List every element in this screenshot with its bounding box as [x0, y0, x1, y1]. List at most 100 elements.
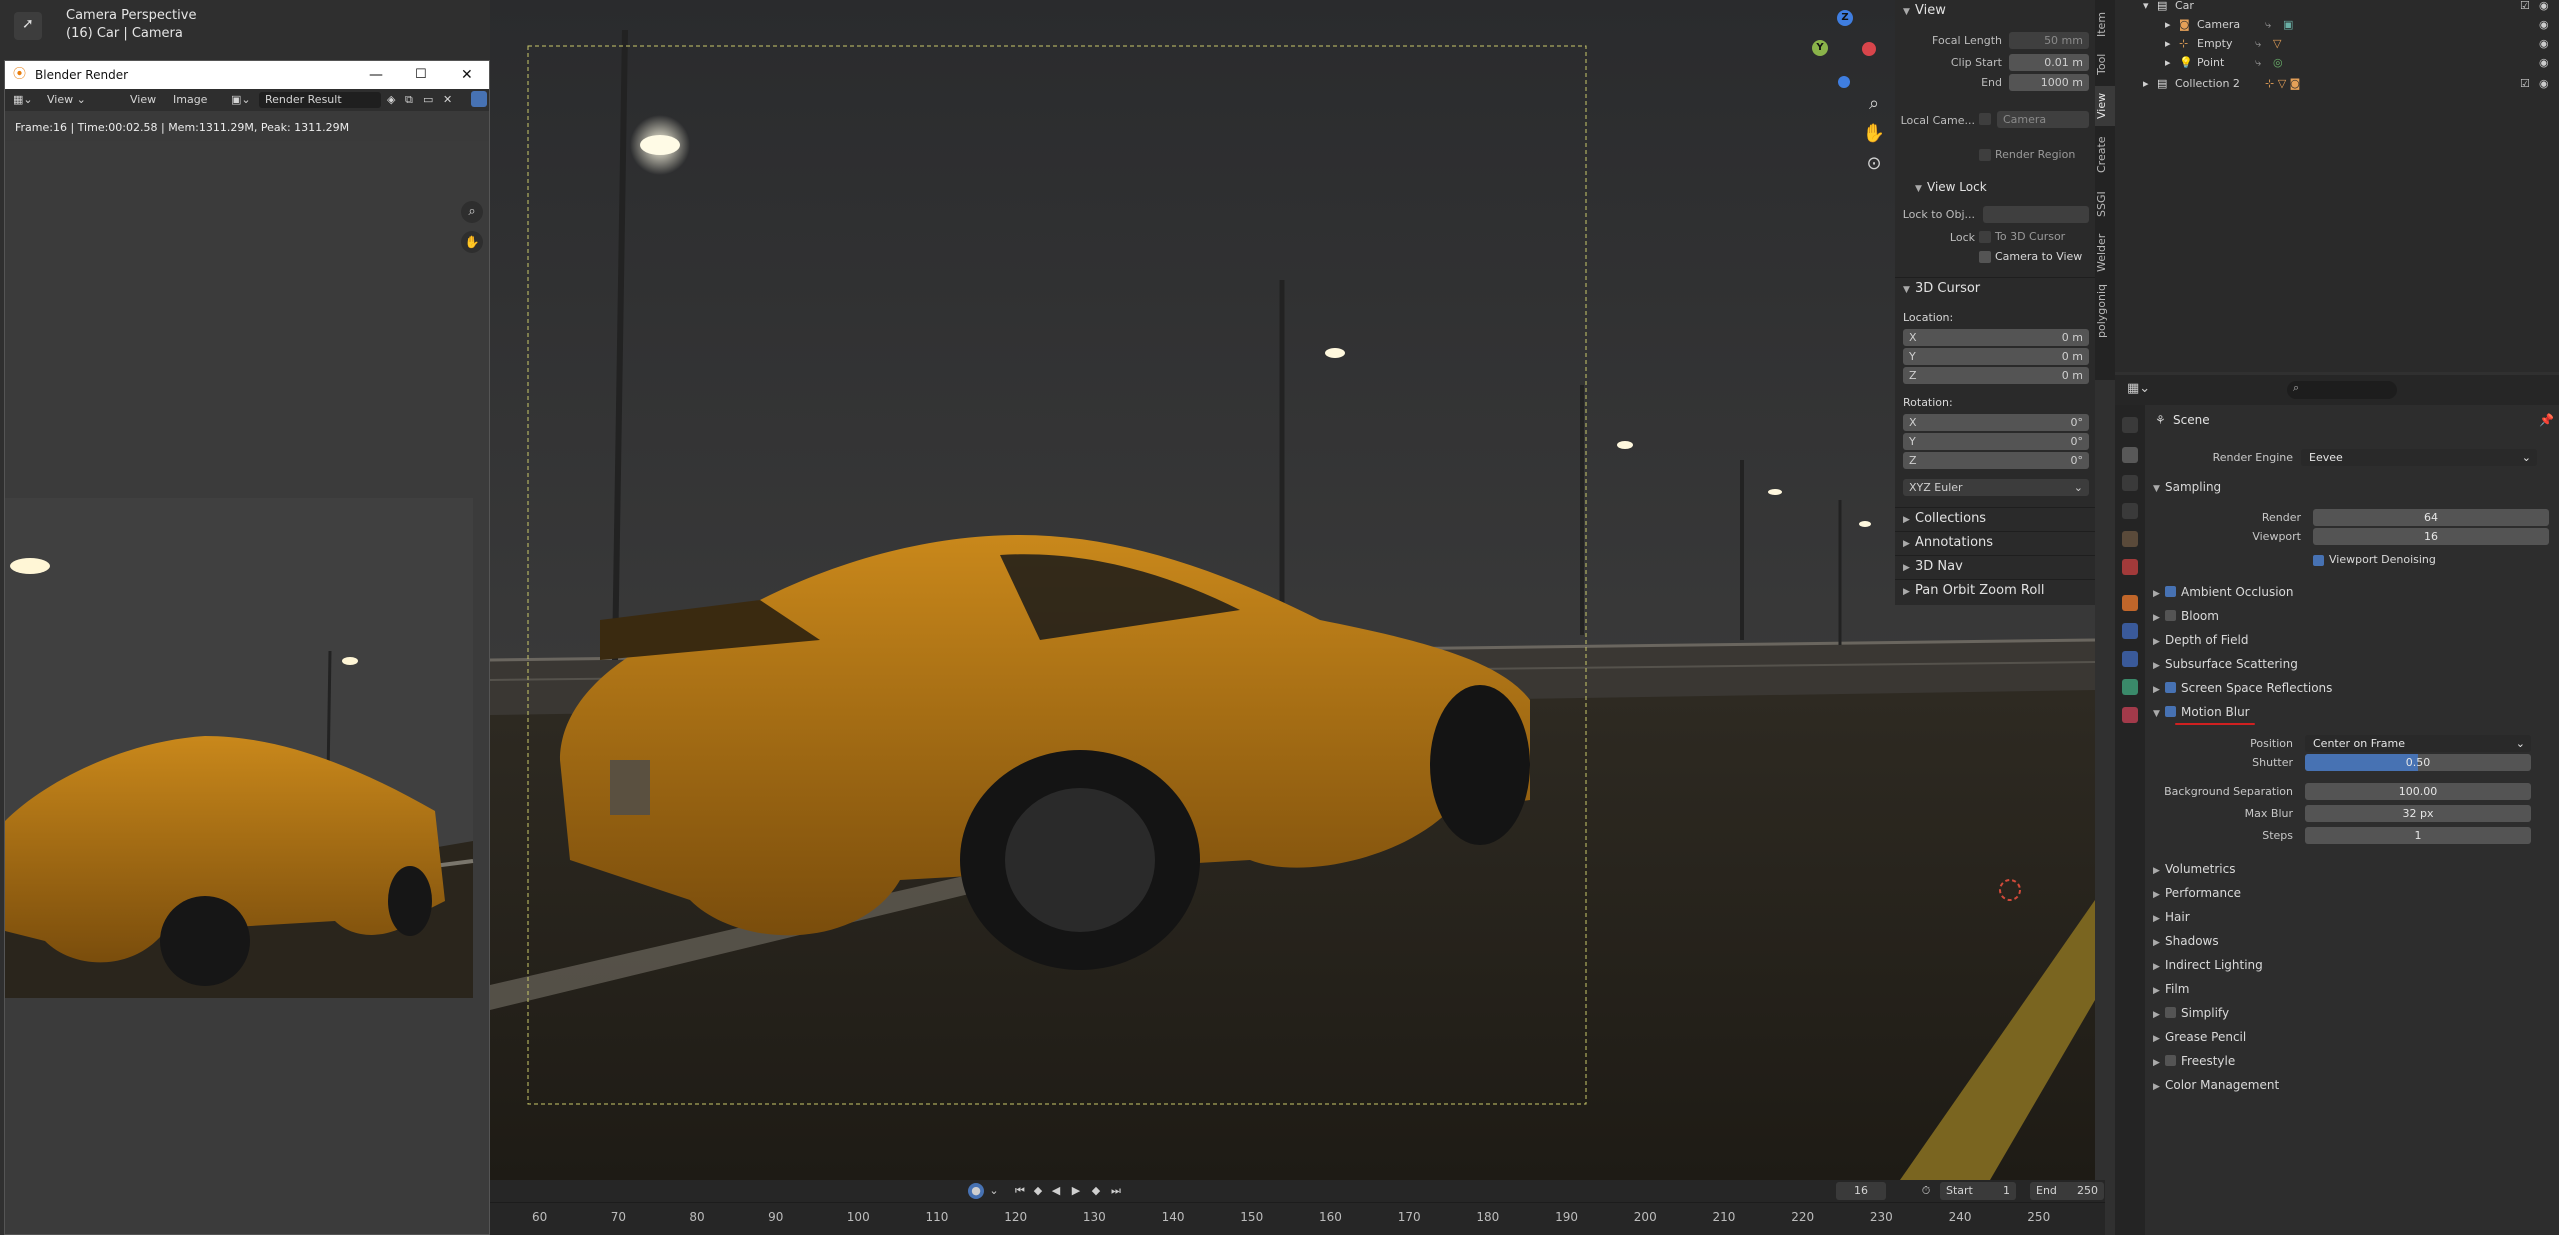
local-camera-field[interactable]: Camera	[1997, 111, 2089, 128]
texture-tab-icon[interactable]	[2122, 707, 2138, 723]
constraint-tab-icon[interactable]	[2122, 651, 2138, 667]
outliner-row-empty[interactable]: ▸ ⊹ Empty ⤷ ▽ ◉	[2115, 34, 2559, 54]
outliner-row-camera[interactable]: ▸ ◙ Camera ⤷ ▣ ◉	[2115, 15, 2559, 35]
tab-create[interactable]: Create	[2095, 130, 2115, 180]
checkbox-icon[interactable]: ☑	[2520, 74, 2530, 94]
gizmo-x-axis[interactable]	[1862, 42, 1876, 56]
object-tab-icon[interactable]	[2122, 595, 2138, 611]
render-region-checkbox[interactable]	[1979, 149, 1991, 161]
stopwatch-icon[interactable]: ⏱	[1918, 1183, 1934, 1199]
outliner-row-collection-2[interactable]: ▸ ▤ Collection 2 ⊹ ▽ ◙ ☑ ◉	[2115, 74, 2559, 94]
close-icon[interactable]: ✕	[461, 61, 473, 89]
section-shadows[interactable]: ▶ Shadows	[2145, 930, 2559, 952]
annotations-subpanel[interactable]: ▶ Annotations	[1895, 531, 2095, 553]
pan-hand-icon[interactable]: ✋	[461, 231, 483, 253]
tab-ssgi[interactable]: SSGI	[2095, 184, 2115, 224]
cursor-rotation-z[interactable]: Z 0°	[1903, 452, 2089, 469]
menu-view-dropdown[interactable]: View ⌄	[47, 93, 86, 106]
pin-icon[interactable]: 📌	[2539, 413, 2554, 427]
view-lock-header[interactable]: ▼ View Lock	[1895, 176, 2095, 198]
section-indirect-lighting[interactable]: ▶ Indirect Lighting	[2145, 954, 2559, 976]
end-frame-field[interactable]: End 250	[2030, 1182, 2104, 1200]
zoom-icon[interactable]: ⌕	[1860, 90, 1888, 118]
expand-arrow-icon[interactable]: ▸	[2165, 53, 2171, 73]
motion-blur-checkbox[interactable]	[2165, 706, 2176, 717]
render-engine-dropdown[interactable]: Eevee ⌄	[2301, 449, 2537, 466]
view-layer-tab-icon[interactable]	[2122, 503, 2138, 519]
viewport-denoising-checkbox[interactable]	[2313, 555, 2324, 566]
data-tab-icon[interactable]	[2122, 679, 2138, 695]
current-frame-field[interactable]: 16	[1836, 1182, 1886, 1200]
shutter-slider[interactable]: 0.50	[2305, 754, 2531, 771]
shield-icon[interactable]: ◈	[387, 93, 395, 106]
clip-start-field[interactable]: 0.01 m	[2009, 54, 2089, 71]
search-input[interactable]: ⌕	[2287, 381, 2397, 399]
pan-hand-icon[interactable]: ✋	[1860, 120, 1888, 148]
checkbox-icon[interactable]: ☑	[2520, 0, 2530, 16]
expand-arrow-icon[interactable]: ▸	[2143, 74, 2149, 94]
lock-to-object-field[interactable]	[1983, 206, 2089, 223]
section-hair[interactable]: ▶ Hair	[2145, 906, 2559, 928]
simplify-checkbox[interactable]	[2165, 1007, 2176, 1018]
keying-dropdown[interactable]: ⌄	[986, 1183, 1002, 1199]
tool-tab-icon[interactable]	[2122, 417, 2138, 433]
expand-arrow-icon[interactable]: ▾	[2143, 0, 2149, 16]
3d-nav-subpanel[interactable]: ▶ 3D Nav	[1895, 555, 2095, 577]
focal-length-field[interactable]: 50 mm	[2009, 32, 2089, 49]
section-freestyle[interactable]: ▶ Freestyle	[2145, 1050, 2559, 1072]
expand-arrow-icon[interactable]: ▸	[2165, 34, 2171, 54]
output-tab-icon[interactable]	[2122, 475, 2138, 491]
play-icon[interactable]: ▶	[1068, 1183, 1084, 1199]
cursor-rotation-x[interactable]: X 0°	[1903, 414, 2089, 431]
select-tool-button[interactable]: ➚	[14, 12, 42, 40]
minimize-icon[interactable]: —	[369, 61, 383, 89]
gizmo-y-axis[interactable]: Y	[1812, 40, 1828, 56]
render-result-field[interactable]: Render Result	[259, 92, 381, 108]
section-motion-blur[interactable]: ▼ Motion Blur	[2145, 701, 2559, 723]
section-subsurface-scattering[interactable]: ▶ Subsurface Scattering	[2145, 653, 2559, 675]
render-tab-icon[interactable]	[2122, 447, 2138, 463]
position-dropdown[interactable]: Center on Frame ⌄	[2305, 735, 2531, 752]
collections-subpanel[interactable]: ▶ Collections	[1895, 507, 2095, 529]
viewport-samples-field[interactable]: 16	[2313, 528, 2549, 545]
clip-end-field[interactable]: 1000 m	[2009, 74, 2089, 91]
tab-item[interactable]: Item	[2095, 4, 2115, 44]
cursor-location-z[interactable]: Z0 m	[1903, 367, 2089, 384]
cursor-rotation-y[interactable]: Y 0°	[1903, 433, 2089, 450]
maximize-icon[interactable]: ☐	[415, 61, 427, 89]
tab-welder[interactable]: Welder	[2095, 228, 2115, 278]
outliner-row-point[interactable]: ▸ 💡 Point ⤷ ◎ ◉	[2115, 53, 2559, 73]
image-browse-icon[interactable]: ▣⌄	[231, 93, 251, 106]
eye-icon[interactable]: ◉	[2539, 15, 2549, 35]
unlink-icon[interactable]: ✕	[443, 93, 452, 106]
cursor-location-y[interactable]: Y0 m	[1903, 348, 2089, 365]
render-samples-field[interactable]: 64	[2313, 509, 2549, 526]
section-film[interactable]: ▶ Film	[2145, 978, 2559, 1000]
section-bloom[interactable]: ▶ Bloom	[2145, 605, 2559, 627]
section-performance[interactable]: ▶ Performance	[2145, 882, 2559, 904]
to-3d-cursor-checkbox[interactable]	[1979, 231, 1991, 243]
steps-field[interactable]: 1	[2305, 827, 2531, 844]
tab-polygoniq[interactable]: polygoniq	[2095, 282, 2115, 342]
duplicate-icon[interactable]: ⧉	[405, 93, 413, 107]
tab-tool[interactable]: Tool	[2095, 46, 2115, 82]
section-color-management[interactable]: ▶ Color Management	[2145, 1074, 2559, 1096]
record-keyframe-button[interactable]: ●	[968, 1183, 984, 1199]
ssr-checkbox[interactable]	[2165, 682, 2176, 693]
ambient-occlusion-checkbox[interactable]	[2165, 586, 2176, 597]
sampling-header[interactable]: ▼ Sampling	[2145, 476, 2559, 498]
editor-type-icon[interactable]: ▦⌄	[2127, 381, 2150, 396]
freestyle-checkbox[interactable]	[2165, 1055, 2176, 1066]
pan-orbit-zoom-roll-subpanel[interactable]: ▶ Pan Orbit Zoom Roll	[1895, 579, 2095, 601]
tab-view[interactable]: View	[2095, 86, 2115, 126]
jump-end-icon[interactable]: ⏭	[1108, 1183, 1124, 1199]
pin-icon[interactable]	[471, 91, 487, 107]
expand-arrow-icon[interactable]: ▸	[2165, 15, 2171, 35]
local-camera-checkbox[interactable]	[1979, 113, 1991, 125]
eye-icon[interactable]: ◉	[2539, 34, 2549, 54]
max-blur-field[interactable]: 32 px	[2305, 805, 2531, 822]
start-frame-field[interactable]: Start 1	[1940, 1182, 2016, 1200]
gizmo-z-axis[interactable]: Z	[1837, 10, 1853, 26]
bloom-checkbox[interactable]	[2165, 610, 2176, 621]
section-simplify[interactable]: ▶ Simplify	[2145, 1002, 2559, 1024]
